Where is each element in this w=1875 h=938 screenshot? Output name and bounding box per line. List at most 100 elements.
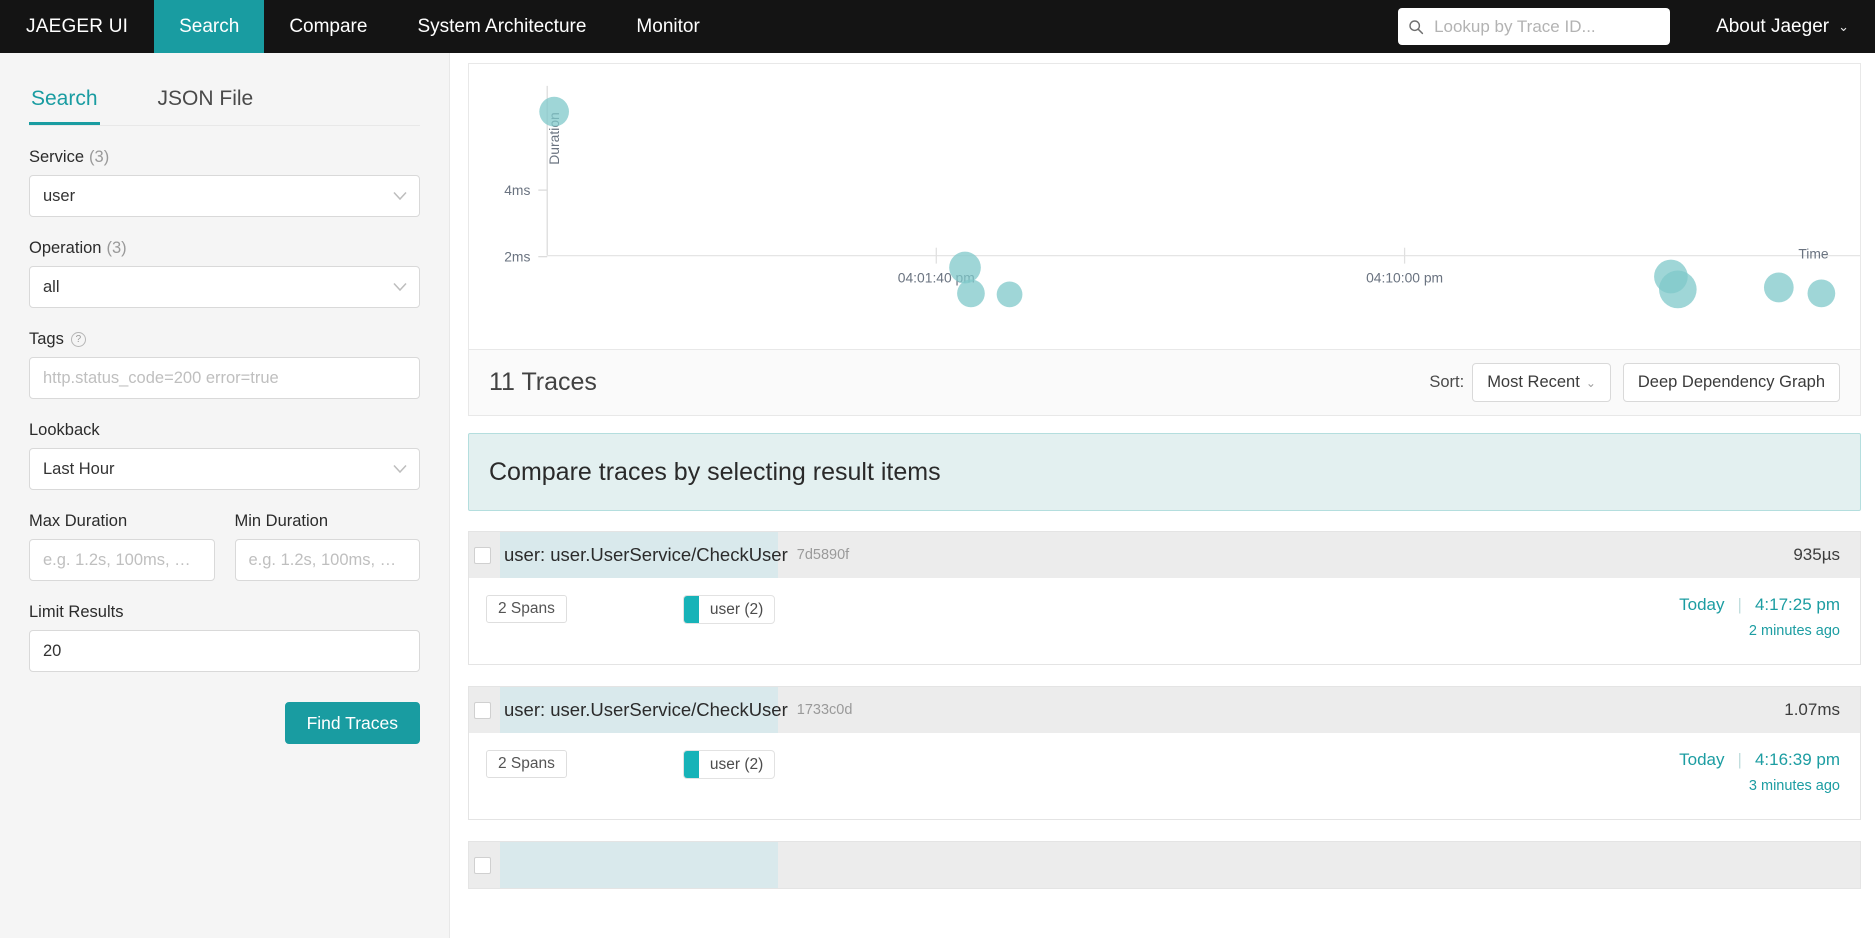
scatter-point[interactable] — [949, 251, 981, 284]
time-separator: | — [1737, 595, 1742, 614]
span-count-badge: 2 Spans — [486, 750, 567, 778]
min-duration-label: Min Duration — [234, 512, 329, 530]
trace-header[interactable] — [469, 842, 1860, 888]
trace-select-checkbox[interactable] — [474, 546, 491, 564]
app-brand[interactable]: JAEGER UI — [0, 0, 154, 53]
trace-header[interactable]: user: user.UserService/CheckUser 1733c0d… — [469, 687, 1860, 733]
scatter-point[interactable] — [996, 281, 1023, 308]
trace-results-list: user: user.UserService/CheckUser 7d5890f… — [468, 531, 1861, 889]
service-pill[interactable]: user (2) — [682, 750, 776, 779]
nav-item-search[interactable]: Search — [154, 0, 265, 53]
service-pill[interactable]: user (2) — [682, 595, 776, 624]
scatter-point[interactable] — [1659, 270, 1697, 309]
trace-relative-time: 3 minutes ago — [1748, 778, 1840, 794]
service-field: Service (3) user — [29, 148, 420, 217]
trace-body: 2 Spans user (2) Today | 4:16:39 pm 3 minu… — [469, 733, 1860, 819]
operation-select[interactable]: all — [29, 266, 420, 308]
max-duration-input[interactable]: e.g. 1.2s, 100ms, … — [29, 539, 215, 581]
trace-time: 4:17:25 pm — [1754, 595, 1840, 614]
operation-field: Operation (3) all — [29, 239, 420, 308]
chevron-down-icon — [393, 278, 407, 297]
operation-label-text: Operation — [29, 239, 102, 257]
service-label-text: Service — [29, 148, 85, 166]
trace-scatter-plot[interactable]: 4ms 2ms 04:01:40 pm 04:10:00 pm Duration… — [468, 63, 1861, 350]
trace-select-checkbox[interactable] — [474, 856, 491, 874]
operation-count: (3) — [106, 239, 127, 257]
service-select[interactable]: user — [29, 175, 420, 217]
trace-service-accent — [500, 842, 778, 888]
duration-fields: Max Duration e.g. 1.2s, 100ms, … Min Dur… — [29, 512, 420, 581]
sort-label: Sort: — [1429, 373, 1465, 391]
trace-timestamps: Today | 4:17:25 pm 2 minutes ago — [1679, 595, 1840, 639]
trace-timestamps: Today | 4:16:39 pm 3 minutes ago — [1679, 750, 1840, 794]
trace-relative-time: 2 minutes ago — [1748, 623, 1840, 639]
span-count-badge: 2 Spans — [486, 595, 567, 623]
scatter-svg: 4ms 2ms 04:01:40 pm 04:10:00 pm Duration… — [504, 85, 1860, 309]
trace-id: 7d5890f — [796, 547, 850, 563]
limit-results-label: Limit Results — [29, 603, 124, 621]
y-tick-4ms: 4ms — [504, 182, 530, 198]
min-duration-field: Min Duration e.g. 1.2s, 100ms, … — [234, 512, 420, 581]
tab-json-file[interactable]: JSON File — [156, 75, 256, 125]
trace-result-card[interactable]: user: user.UserService/CheckUser 7d5890f… — [468, 531, 1861, 665]
scatter-point[interactable] — [1763, 272, 1794, 303]
nav-item-compare[interactable]: Compare — [264, 0, 392, 53]
x-axis-label: Time — [1798, 246, 1829, 262]
trace-id: 1733c0d — [796, 702, 853, 718]
top-navigation-bar: JAEGER UI Search Compare System Architec… — [0, 0, 1875, 53]
search-input[interactable] — [1432, 15, 1661, 38]
max-duration-label: Max Duration — [29, 512, 128, 530]
chevron-down-icon — [393, 460, 407, 479]
min-duration-placeholder: e.g. 1.2s, 100ms, … — [248, 550, 397, 569]
help-icon[interactable]: ? — [70, 332, 86, 347]
scatter-axis-labels: 4ms 2ms 04:01:40 pm 04:10:00 pm Duration… — [504, 112, 1829, 285]
tab-search[interactable]: Search — [29, 75, 100, 125]
limit-results-value: 20 — [43, 641, 62, 660]
lookback-field: Lookback Last Hour — [29, 421, 420, 490]
trace-select-checkbox[interactable] — [474, 701, 491, 719]
trace-id-lookup[interactable] — [1398, 8, 1671, 45]
tags-input[interactable]: http.status_code=200 error=true — [29, 357, 420, 399]
service-color-swatch — [683, 751, 699, 778]
trace-title: user: user.UserService/CheckUser — [504, 699, 788, 720]
service-label: Service (3) — [29, 148, 420, 167]
trace-result-card-partial[interactable] — [468, 841, 1861, 889]
lookback-select[interactable]: Last Hour — [29, 448, 420, 490]
x-tick-2: 04:10:00 pm — [1366, 269, 1443, 285]
service-color-swatch — [683, 596, 699, 623]
deep-dependency-graph-button[interactable]: Deep Dependency Graph — [1622, 363, 1840, 402]
trace-duration: 1.07ms — [1784, 700, 1840, 719]
trace-header[interactable]: user: user.UserService/CheckUser 7d5890f… — [469, 532, 1860, 578]
about-jaeger-label: About Jaeger — [1716, 15, 1830, 37]
find-traces-button[interactable]: Find Traces — [284, 702, 420, 744]
search-sidebar: Search JSON File Service (3) user Operat… — [0, 53, 450, 938]
scatter-point[interactable] — [539, 96, 569, 127]
chevron-down-icon: ⌄ — [1585, 375, 1596, 390]
scatter-point[interactable] — [957, 279, 985, 308]
about-jaeger-menu[interactable]: About Jaeger ⌄ — [1716, 0, 1875, 53]
trace-day: Today — [1679, 595, 1725, 614]
service-pill-label: user (2) — [709, 755, 764, 773]
trace-result-card[interactable]: user: user.UserService/CheckUser 1733c0d… — [468, 686, 1861, 820]
operation-value: all — [43, 277, 60, 296]
operation-label: Operation (3) — [29, 239, 420, 258]
trace-title: user: user.UserService/CheckUser — [504, 544, 788, 565]
limit-results-input[interactable]: 20 — [29, 630, 420, 672]
sort-select[interactable]: Most Recent ⌄ — [1472, 363, 1611, 402]
chevron-down-icon: ⌄ — [1838, 18, 1849, 34]
nav-item-system-architecture[interactable]: System Architecture — [392, 0, 611, 53]
chevron-down-icon — [393, 187, 407, 206]
tags-label: Tags ? — [29, 330, 420, 349]
min-duration-input[interactable]: e.g. 1.2s, 100ms, … — [234, 539, 420, 581]
scatter-points[interactable] — [539, 96, 1836, 309]
service-pill-label: user (2) — [709, 600, 764, 618]
find-traces-row: Find Traces — [29, 702, 420, 744]
sidebar-tabs: Search JSON File — [29, 75, 420, 126]
scatter-point[interactable] — [1807, 279, 1836, 308]
tags-field: Tags ? http.status_code=200 error=true — [29, 330, 420, 399]
trace-time-row: Today | 4:17:25 pm — [1679, 595, 1840, 615]
max-duration-field: Max Duration e.g. 1.2s, 100ms, … — [29, 512, 215, 581]
trace-time: 4:16:39 pm — [1754, 750, 1840, 769]
nav-item-monitor[interactable]: Monitor — [611, 0, 724, 53]
